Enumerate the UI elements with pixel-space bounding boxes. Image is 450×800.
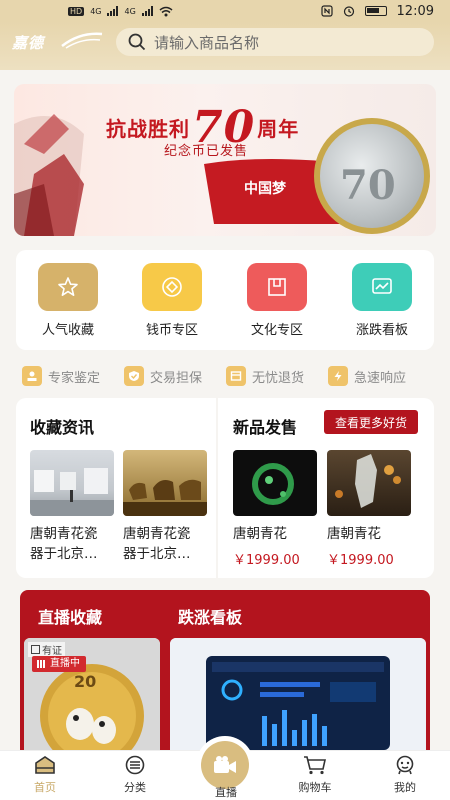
new-products-title: 新品发售 <box>233 418 298 437</box>
expert-icon <box>22 366 42 386</box>
banner-title-post: 周年 <box>257 117 300 141</box>
logo-swoosh-icon <box>61 32 103 49</box>
nav-mine[interactable]: 我的 <box>370 755 440 795</box>
category-trend-board[interactable]: 涨跌看板 <box>342 263 422 338</box>
clock-time: 12:09 <box>396 3 434 19</box>
guarantee-label: 无忧退货 <box>252 370 305 386</box>
tab-trend-board[interactable]: 跌涨看板 <box>178 604 242 628</box>
category-label: 钱币专区 <box>145 323 198 338</box>
nav-home-label: 首页 <box>34 781 56 794</box>
nav-home[interactable]: 首页 <box>10 755 80 795</box>
network-4g-label: 4G <box>90 6 102 16</box>
category-culture[interactable]: 文化专区 <box>237 263 317 338</box>
news-item-title[interactable]: 唐朝青花瓷 器于北京… <box>30 524 118 564</box>
profile-icon <box>396 755 414 775</box>
signal-icon <box>107 6 119 16</box>
category-popular[interactable]: 人气收藏 <box>28 263 108 338</box>
lightning-icon <box>328 366 348 386</box>
certificate-icon <box>31 645 40 654</box>
shield-check-icon <box>124 366 144 386</box>
chart-icon <box>352 263 412 311</box>
dashboard-screen-image <box>170 638 426 750</box>
guarantee-expert: 专家鉴定 <box>22 366 100 386</box>
product-title[interactable]: 唐朝青花 <box>233 524 321 544</box>
coin-denomination: 20 <box>74 672 97 691</box>
search-icon <box>128 33 146 51</box>
guarantee-label: 急速响应 <box>354 370 407 386</box>
cart-icon <box>304 756 326 775</box>
banner-title-pre: 抗战胜利 <box>106 117 190 141</box>
live-now-badge: 直播中 <box>32 656 86 672</box>
status-bar: HD 4G 4G 12:09 <box>0 0 450 22</box>
star-icon <box>38 263 98 311</box>
category-icon <box>125 755 145 775</box>
category-label: 涨跌看板 <box>355 323 408 338</box>
nfc-icon <box>320 5 333 17</box>
product-price: ￥1999.00 <box>233 553 300 568</box>
box-icon <box>226 366 246 386</box>
nav-cart-label: 购物车 <box>298 781 332 794</box>
live-section: 直播收藏 跌涨看板 有证 直播中 20 <box>20 590 430 750</box>
battery-icon <box>364 6 387 16</box>
product-thumb-jade-bracelet[interactable] <box>233 450 317 516</box>
category-label: 文化专区 <box>250 323 303 338</box>
signal-icon-2 <box>141 6 153 16</box>
news-thumb-terracotta[interactable] <box>123 450 207 516</box>
category-card: 人气收藏 钱币专区 文化专区 涨跌看板 <box>16 250 434 350</box>
news-thumb-museum[interactable] <box>30 450 114 516</box>
trend-board-card[interactable] <box>170 638 426 750</box>
top-header: 嘉德 请输入商品名称 <box>0 22 450 70</box>
search-input[interactable]: 请输入商品名称 <box>116 28 434 56</box>
alarm-icon <box>343 6 354 17</box>
product-price: ￥1999.00 <box>327 553 394 568</box>
video-camera-icon <box>201 741 249 789</box>
live-stream-card[interactable]: 有证 直播中 20 <box>24 638 160 750</box>
search-placeholder: 请输入商品名称 <box>154 33 260 52</box>
coin-icon <box>142 263 202 311</box>
network-hd-label: HD <box>68 6 85 16</box>
nav-category-label: 分类 <box>124 781 146 794</box>
category-coins[interactable]: 钱币专区 <box>132 263 212 338</box>
guarantee-label: 专家鉴定 <box>48 370 101 386</box>
guarantee-response: 急速响应 <box>328 366 406 386</box>
wifi-icon <box>159 6 173 16</box>
banner-dream-text: 中国梦 <box>244 181 286 197</box>
news-title: 收藏资讯 <box>30 418 95 437</box>
home-icon <box>35 756 55 774</box>
network-4g-label-2: 4G <box>124 6 136 16</box>
nav-mine-label: 我的 <box>394 781 416 794</box>
product-title[interactable]: 唐朝青花 <box>327 524 415 544</box>
guarantee-label: 交易担保 <box>150 370 203 386</box>
nav-cart[interactable]: 购物车 <box>280 755 350 795</box>
promo-banner[interactable]: 抗战胜利70 周年 纪念币已发售 中国梦 70 <box>14 84 436 236</box>
guarantee-return: 无忧退货 <box>226 366 304 386</box>
product-thumb-jade-pendant[interactable] <box>327 450 411 516</box>
book-icon <box>247 263 307 311</box>
category-label: 人气收藏 <box>41 323 94 338</box>
nav-category[interactable]: 分类 <box>100 755 170 795</box>
guarantee-escrow: 交易担保 <box>124 366 202 386</box>
news-item-title[interactable]: 唐朝青花瓷 器于北京… <box>123 524 211 564</box>
tab-live-collection[interactable]: 直播收藏 <box>38 604 102 628</box>
coin-number: 70 <box>340 162 396 209</box>
verified-label: 有证 <box>28 642 65 657</box>
app-logo: 嘉德 <box>12 34 45 52</box>
see-more-button[interactable]: 查看更多好货 <box>324 410 418 434</box>
nav-live-label: 直播 <box>215 786 237 799</box>
